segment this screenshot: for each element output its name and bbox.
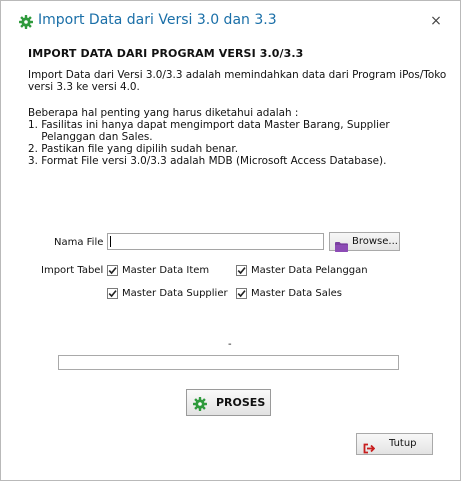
checkbox-label-master-data-supplier: Master Data Supplier (122, 288, 228, 299)
tutup-button[interactable]: Tutup (356, 433, 433, 455)
proses-button[interactable]: PROSES (186, 389, 271, 416)
checkbox-master-data-supplier[interactable] (107, 288, 118, 299)
gear-icon (193, 396, 207, 411)
folder-icon (335, 237, 348, 252)
notes-line-3: Pelanggan dan Sales. (28, 131, 153, 143)
file-label: Nama File : (54, 237, 110, 248)
browse-button[interactable]: Browse... (329, 232, 400, 252)
intro-line-2: versi 3.3 ke versi 4.0. (28, 81, 140, 93)
checkbox-label-master-data-sales: Master Data Sales (251, 288, 343, 299)
gear-icon (19, 14, 33, 29)
import-table-label: Import Tabel : (41, 265, 110, 276)
check-icon (108, 267, 117, 275)
checkbox-master-data-sales[interactable] (236, 288, 247, 299)
browse-label: Browse... (352, 236, 398, 247)
notes-line-5: 3. Format File versi 3.0/3.3 adalah MDB … (28, 155, 387, 167)
import-dialog: Import Data dari Versi 3.0 dan 3.3 × IMP… (0, 0, 461, 481)
notes-line-2: 1. Fasilitas ini hanya dapat mengimport … (28, 119, 390, 131)
file-name-input[interactable] (107, 233, 324, 250)
checkbox-master-data-item[interactable] (107, 265, 118, 276)
exit-arrow-icon (363, 439, 376, 454)
proses-label: PROSES (216, 396, 266, 409)
intro-line-1: Import Data dari Versi 3.0/3.3 adalah me… (28, 69, 447, 81)
check-icon (237, 267, 246, 275)
section-heading: IMPORT DATA DARI PROGRAM VERSI 3.0/3.3 (28, 47, 304, 60)
close-button[interactable]: × (426, 11, 446, 31)
notes-line-1: Beberapa hal penting yang harus diketahu… (28, 107, 299, 119)
check-icon (237, 290, 246, 298)
status-text: - (228, 339, 232, 350)
title-bar: Import Data dari Versi 3.0 dan 3.3 × (1, 1, 460, 41)
checkbox-master-data-pelanggan[interactable] (236, 265, 247, 276)
progress-bar (58, 355, 399, 370)
tutup-label: Tutup (389, 438, 417, 449)
check-icon (108, 290, 117, 298)
notes-line-4: 2. Pastikan file yang dipilih sudah bena… (28, 143, 239, 155)
window-title: Import Data dari Versi 3.0 dan 3.3 (38, 12, 277, 28)
checkbox-label-master-data-item: Master Data Item (122, 265, 210, 276)
text-caret (110, 236, 111, 247)
checkbox-label-master-data-pelanggan: Master Data Pelanggan (251, 265, 368, 276)
